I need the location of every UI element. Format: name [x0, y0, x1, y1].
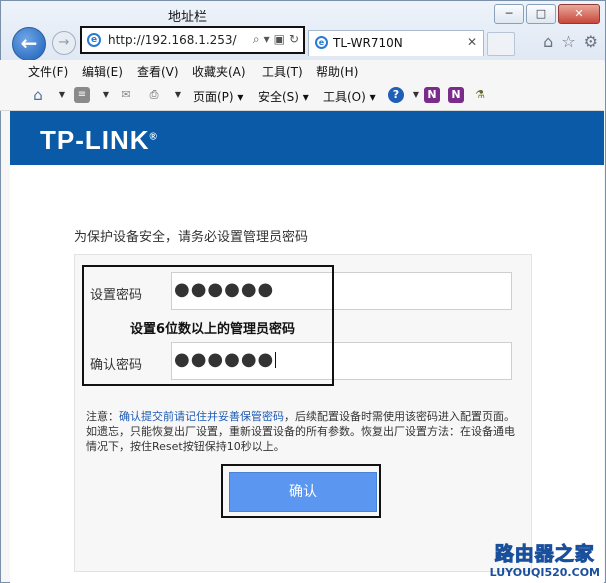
page-menu[interactable]: 页面(P) ▾ [193, 88, 243, 105]
command-bar: ⌂ ▼ ≡ ▼ ✉ ⎙ ▼ 页面(P) ▾ 安全(S) ▾ 工具(O) ▾ ? … [0, 82, 604, 111]
confirm-button[interactable]: 确认 [229, 472, 377, 512]
safety-menu[interactable]: 安全(S) ▾ [258, 88, 309, 105]
help-dropdown-icon[interactable]: ▼ [408, 87, 424, 103]
fields-highlight-box [82, 265, 334, 386]
menu-file[interactable]: 文件(F) [28, 63, 68, 80]
tab-title: TL-WR710N [333, 36, 403, 50]
new-tab-button[interactable] [487, 32, 515, 56]
read-mail-icon[interactable]: ✉ [118, 87, 134, 103]
brand-header: TP-LINK® [10, 111, 604, 165]
home-icon[interactable]: ⌂ [543, 32, 553, 51]
settings-gear-icon[interactable]: ⚙ [584, 32, 598, 51]
forward-button[interactable]: → [52, 31, 76, 55]
favorites-star-icon[interactable]: ☆ [561, 32, 575, 51]
ie-logo-icon: e [87, 33, 101, 47]
back-arrow-icon: ← [20, 31, 38, 55]
help-icon[interactable]: ? [388, 87, 404, 103]
maximize-button[interactable]: □ [526, 4, 556, 24]
security-notice: 为保护设备安全，请务必设置管理员密码 [74, 230, 309, 245]
page-menu-label: 页面(P) [193, 90, 234, 104]
home-icon[interactable]: ⌂ [30, 87, 46, 103]
tab-close-icon[interactable]: ✕ [467, 35, 477, 49]
ie-page-icon: e [315, 36, 328, 49]
site-watermark: 路由器之家 LUYOUQI520.COM [489, 539, 600, 580]
address-input[interactable]: http://192.168.1.253/ [108, 33, 237, 47]
feed-dropdown-icon[interactable]: ▼ [98, 87, 114, 103]
menu-tools[interactable]: 工具(T) [262, 63, 303, 80]
tools-menu[interactable]: 工具(O) ▾ [323, 88, 376, 105]
print-dropdown-icon[interactable]: ▼ [170, 87, 186, 103]
close-button[interactable]: ✕ [558, 4, 600, 24]
menu-view[interactable]: 查看(V) [137, 63, 179, 80]
menu-favorites[interactable]: 收藏夹(A) [192, 63, 246, 80]
research-icon[interactable]: ⚗ [472, 87, 488, 103]
safety-menu-label: 安全(S) [258, 90, 299, 104]
dropdown-icon[interactable]: ▾ [264, 32, 270, 47]
home-dropdown-icon[interactable]: ▼ [54, 87, 70, 103]
menu-help[interactable]: 帮助(H) [316, 63, 358, 80]
window-controls: ─ □ ✕ [494, 4, 600, 24]
refresh-icon[interactable]: ↻ [289, 32, 299, 47]
tools-menu-label: 工具(O) [323, 90, 366, 104]
menu-bar: 文件(F) 编辑(E) 查看(V) 收藏夹(A) 工具(T) 帮助(H) [0, 60, 604, 82]
browser-right-icons: ⌂ ☆ ⚙ [543, 32, 598, 51]
address-bar[interactable]: e http://192.168.1.253/ ⌕ ▾ ▣ ↻ [80, 26, 305, 54]
note-prefix: 注意： [86, 410, 119, 423]
watermark-cn: 路由器之家 [494, 543, 595, 566]
watermark-en: LUYOUQI520.COM [489, 566, 600, 579]
address-bar-annotation: 地址栏 [168, 10, 208, 25]
back-button[interactable]: ← [12, 27, 46, 61]
menu-edit[interactable]: 编辑(E) [82, 63, 123, 80]
tp-link-logo: TP-LINK® [40, 125, 158, 156]
onenote-linked-icon[interactable]: N [448, 87, 464, 103]
address-actions: ⌕ ▾ ▣ ↻ [253, 32, 299, 47]
print-icon[interactable]: ⎙ [146, 87, 162, 103]
tab-tl-wr710n[interactable]: e TL-WR710N ✕ [308, 30, 484, 56]
note-link: 确认提交前请记住并妥善保管密码 [119, 410, 284, 423]
forward-arrow-icon: → [58, 35, 70, 50]
logo-trademark: ® [149, 131, 158, 143]
search-icon[interactable]: ⌕ [253, 32, 260, 47]
password-note: 注意：确认提交前请记住并妥善保管密码，后续配置设备时需使用该密码进入配置页面。如… [86, 409, 522, 454]
logo-text: TP-LINK [40, 125, 150, 155]
minimize-button[interactable]: ─ [494, 4, 524, 24]
compat-view-icon[interactable]: ▣ [274, 32, 285, 47]
rss-feed-icon[interactable]: ≡ [74, 87, 90, 103]
onenote-icon[interactable]: N [424, 87, 440, 103]
